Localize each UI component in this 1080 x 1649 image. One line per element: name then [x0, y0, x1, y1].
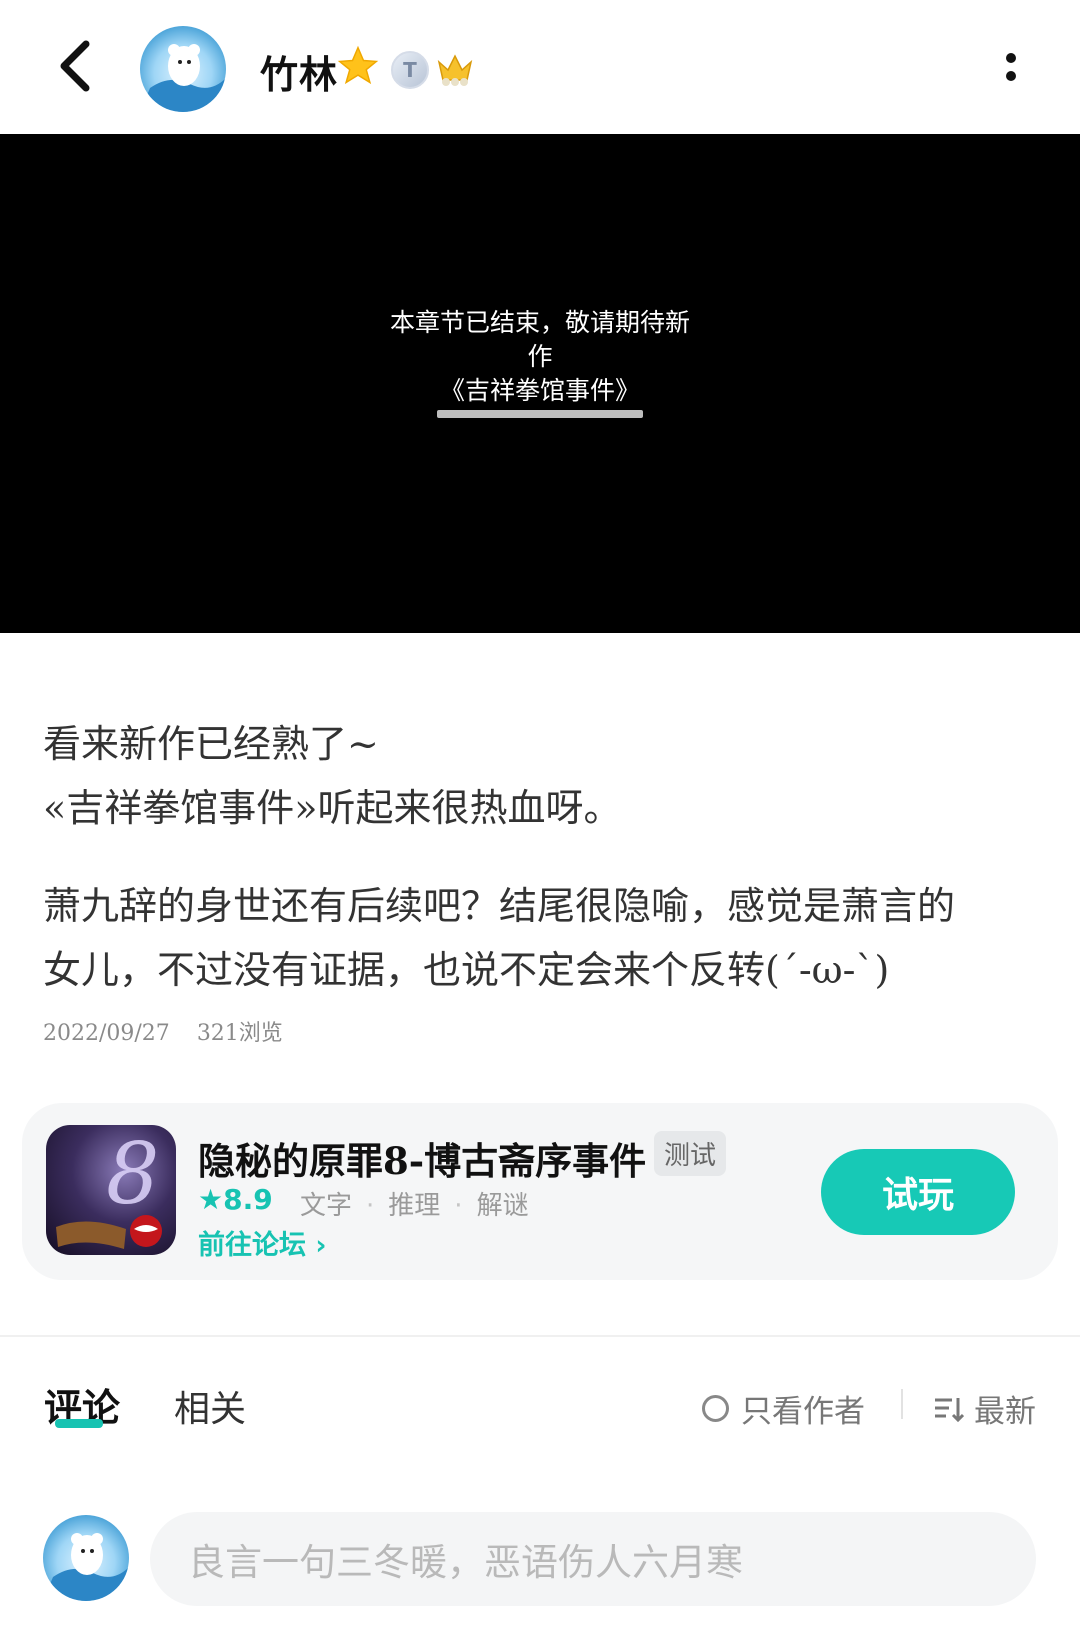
- svg-text:8: 8: [106, 1125, 159, 1223]
- star-icon: [336, 44, 380, 88]
- crown-icon: [436, 52, 474, 86]
- t-badge-label: T: [403, 58, 417, 82]
- author-only-label: 只看作者: [741, 1394, 865, 1430]
- top-bar: 竹林 T: [0, 0, 1080, 134]
- back-arrow-icon[interactable]: [44, 36, 104, 96]
- game-rating: ★8.9: [198, 1183, 273, 1216]
- post-text-line: 看来新作已经熟了~: [43, 722, 379, 766]
- tab-related[interactable]: 相关: [174, 1380, 246, 1432]
- video-player[interactable]: 本章节已结束，敬请期待新 作 《吉祥拳馆事件》: [0, 134, 1080, 633]
- sort-toggle[interactable]: 最新: [932, 1386, 1036, 1431]
- radio-circle-icon[interactable]: [702, 1395, 729, 1422]
- forum-link[interactable]: 前往论坛 ›: [198, 1223, 327, 1262]
- post-body: 看来新作已经熟了~ «吉祥拳馆事件»听起来很热血呀。 萧九辞的身世还有后续吧？结…: [43, 712, 1043, 1002]
- author-name[interactable]: 竹林: [260, 44, 338, 99]
- post-text-line: 萧九辞的身世还有后续吧？结尾很隐喻，感觉是萧言的: [43, 884, 956, 928]
- post-text-line: 女儿，不过没有证据，也说不定会来个反转(´-ω-`): [43, 948, 890, 992]
- game-category: 推理: [388, 1191, 441, 1221]
- post-meta: 2022/09/27 321浏览: [43, 1015, 303, 1047]
- divider: [901, 1389, 903, 1419]
- try-play-button[interactable]: 试玩: [821, 1149, 1015, 1235]
- video-title-underline: [437, 410, 643, 418]
- sort-icon: [935, 1397, 964, 1422]
- sort-label: 最新: [974, 1394, 1036, 1430]
- game-title[interactable]: 隐秘的原罪8-博古斋序事件: [198, 1131, 646, 1185]
- active-tab-indicator: [55, 1419, 103, 1428]
- video-line-2: 作: [527, 342, 553, 371]
- game-categories: 文字 · 推理 · 解谜: [300, 1191, 529, 1221]
- comment-input[interactable]: 良言一句三冬暖，恶语伤人六月寒: [150, 1512, 1036, 1606]
- post-text-line: «吉祥拳馆事件»听起来很热血呀。: [43, 786, 622, 830]
- post-views: 321浏览: [196, 1021, 283, 1046]
- more-vertical-icon[interactable]: [996, 48, 1026, 88]
- author-only-toggle[interactable]: 只看作者: [702, 1386, 865, 1431]
- video-line-3[interactable]: 《吉祥拳馆事件》: [340, 374, 740, 408]
- game-app-icon[interactable]: 8: [46, 1125, 176, 1255]
- game-category: 解谜: [476, 1191, 529, 1221]
- game-category: 文字: [300, 1191, 353, 1221]
- game-card[interactable]: 8 隐秘的原罪8-博古斋序事件 测试 ★8.9 文字 · 推理 · 解谜 前往论坛 › …: [22, 1103, 1058, 1280]
- author-avatar[interactable]: [140, 26, 226, 112]
- video-line-1: 本章节已结束，敬请期待新: [389, 308, 690, 337]
- post-date: 2022/09/27: [43, 1021, 170, 1046]
- my-avatar[interactable]: [43, 1515, 129, 1601]
- game-status-tag: 测试: [654, 1131, 727, 1176]
- t-level-badge: T: [391, 51, 429, 89]
- section-divider: [0, 1335, 1080, 1337]
- video-end-message: 本章节已结束，敬请期待新 作 《吉祥拳馆事件》: [340, 306, 740, 408]
